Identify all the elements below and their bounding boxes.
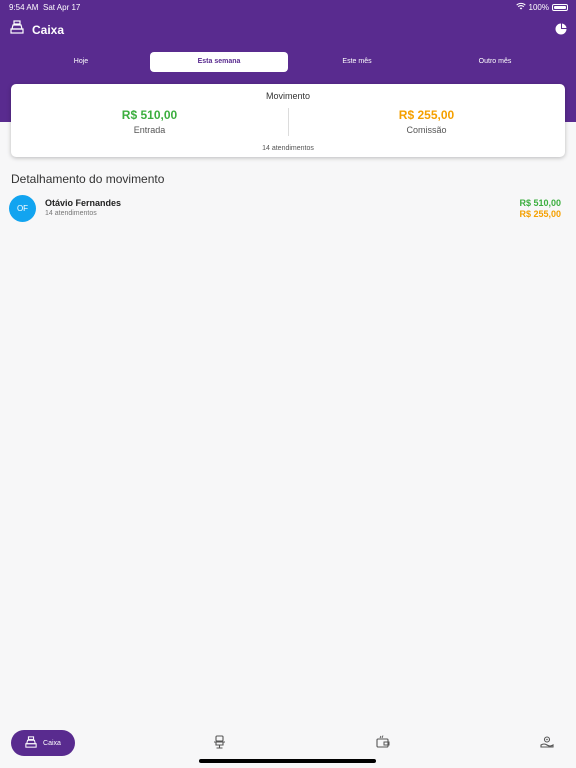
cash-register-icon bbox=[25, 736, 37, 750]
barber-chair-icon[interactable] bbox=[213, 735, 226, 754]
status-indicators: 100% bbox=[515, 2, 568, 12]
row-entrada-value: R$ 510,00 bbox=[519, 198, 561, 208]
status-bar: 9:54 AM Sat Apr 17 100% bbox=[0, 0, 576, 14]
nav-item-caixa[interactable]: Caixa bbox=[11, 730, 75, 756]
battery-percentage: 100% bbox=[528, 2, 549, 12]
wallet-icon[interactable] bbox=[376, 735, 390, 754]
tab-esta-semana[interactable]: Esta semana bbox=[150, 52, 288, 72]
title-row: Caixa bbox=[10, 20, 64, 39]
row-comissao-value: R$ 255,00 bbox=[519, 209, 561, 219]
comissao-label: Comissão bbox=[406, 125, 447, 135]
professional-name: Otávio Fernandes bbox=[45, 198, 122, 208]
entrada-value: R$ 510,00 bbox=[121, 108, 178, 122]
battery-icon bbox=[552, 3, 568, 11]
comissao-metric: R$ 255,00 Comissão bbox=[288, 108, 565, 135]
summary-card: Movimento R$ 510,00 Entrada R$ 255,00 Co… bbox=[11, 84, 565, 157]
summary-title: Movimento bbox=[265, 91, 310, 101]
professional-count: 14 atendimentos bbox=[45, 210, 97, 217]
entrada-label: Entrada bbox=[133, 125, 166, 135]
settings-hand-icon[interactable] bbox=[540, 735, 554, 754]
tab-este-mes[interactable]: Este mês bbox=[288, 52, 426, 72]
wifi-icon bbox=[515, 2, 526, 12]
home-indicator bbox=[199, 759, 376, 763]
entrada-metric: R$ 510,00 Entrada bbox=[11, 108, 288, 135]
cash-register-icon bbox=[10, 20, 24, 39]
status-time: 9:54 AM bbox=[9, 3, 39, 12]
status-date: Sat Apr 17 bbox=[43, 3, 81, 12]
nav-item-caixa-label: Caixa bbox=[43, 739, 61, 747]
row-amounts: R$ 510,00 R$ 255,00 bbox=[519, 198, 561, 220]
period-tabs: Hoje Esta semana Este mês Outro mês bbox=[12, 52, 564, 72]
detail-section-title: Detalhamento do movimento bbox=[11, 172, 165, 186]
comissao-value: R$ 255,00 bbox=[398, 108, 455, 122]
list-item[interactable]: OF Otávio Fernandes 14 atendimentos R$ 5… bbox=[9, 195, 565, 223]
tab-hoje[interactable]: Hoje bbox=[12, 52, 150, 72]
avatar: OF bbox=[9, 195, 36, 222]
tab-outro-mes[interactable]: Outro mês bbox=[426, 52, 564, 72]
page-title: Caixa bbox=[32, 22, 65, 37]
summary-footer: 14 atendimentos bbox=[262, 145, 314, 152]
pie-chart-icon[interactable] bbox=[555, 22, 567, 40]
